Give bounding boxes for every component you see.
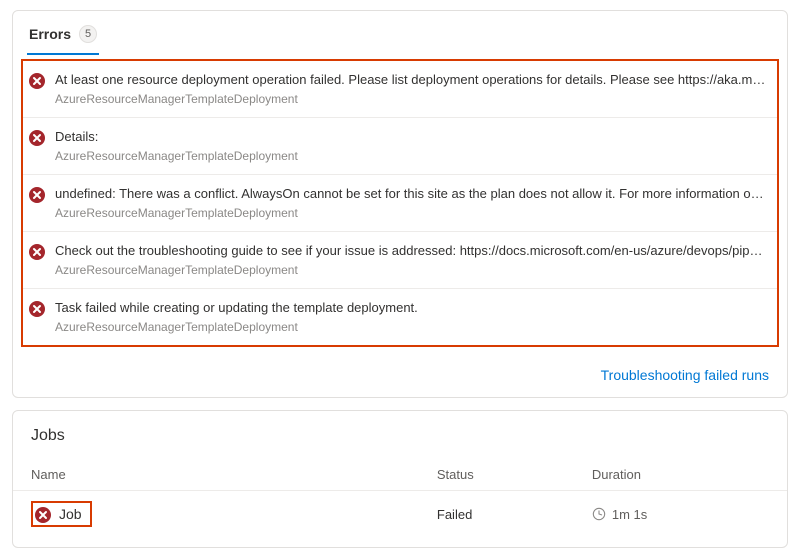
troubleshoot-row: Troubleshooting failed runs bbox=[13, 357, 787, 397]
clock-icon bbox=[592, 507, 606, 521]
errors-highlight: At least one resource deployment operati… bbox=[21, 59, 779, 347]
error-message: undefined: There was a conflict. AlwaysO… bbox=[55, 185, 767, 203]
job-status: Failed bbox=[437, 507, 592, 522]
error-message: Task failed while creating or updating t… bbox=[55, 299, 767, 317]
error-message: Details: bbox=[55, 128, 767, 146]
tab-errors[interactable]: Errors 5 bbox=[27, 21, 99, 55]
job-highlight: Job bbox=[31, 501, 92, 527]
error-item[interactable]: Details: AzureResourceManagerTemplateDep… bbox=[23, 118, 777, 175]
job-duration-cell: 1m 1s bbox=[592, 507, 769, 522]
error-text: undefined: There was a conflict. AlwaysO… bbox=[55, 185, 767, 221]
header-status: Status bbox=[437, 467, 592, 482]
error-source: AzureResourceManagerTemplateDeployment bbox=[55, 262, 767, 278]
error-icon bbox=[35, 507, 51, 523]
troubleshoot-link[interactable]: Troubleshooting failed runs bbox=[601, 367, 769, 383]
error-source: AzureResourceManagerTemplateDeployment bbox=[55, 91, 767, 107]
error-source: AzureResourceManagerTemplateDeployment bbox=[55, 148, 767, 164]
error-icon bbox=[29, 130, 45, 146]
error-message: At least one resource deployment operati… bbox=[55, 71, 767, 89]
header-name: Name bbox=[31, 467, 437, 482]
jobs-row[interactable]: Job Failed 1m 1s bbox=[13, 491, 787, 535]
error-message: Check out the troubleshooting guide to s… bbox=[55, 242, 767, 260]
error-icon bbox=[29, 244, 45, 260]
error-text: Details: AzureResourceManagerTemplateDep… bbox=[55, 128, 767, 164]
error-text: At least one resource deployment operati… bbox=[55, 71, 767, 107]
error-icon bbox=[29, 187, 45, 203]
job-name: Job bbox=[59, 506, 82, 522]
error-item[interactable]: At least one resource deployment operati… bbox=[23, 61, 777, 118]
error-icon bbox=[29, 73, 45, 89]
error-list: At least one resource deployment operati… bbox=[23, 61, 777, 345]
tab-errors-count: 5 bbox=[79, 25, 97, 43]
error-icon bbox=[29, 301, 45, 317]
job-name-cell: Job bbox=[31, 501, 437, 527]
job-duration: 1m 1s bbox=[612, 507, 647, 522]
tab-errors-label: Errors bbox=[29, 26, 71, 42]
error-text: Check out the troubleshooting guide to s… bbox=[55, 242, 767, 278]
error-item[interactable]: Task failed while creating or updating t… bbox=[23, 289, 777, 345]
header-duration: Duration bbox=[592, 467, 769, 482]
errors-card: Errors 5 At least one resource deploymen… bbox=[12, 10, 788, 398]
tabs: Errors 5 bbox=[13, 11, 787, 55]
error-item[interactable]: Check out the troubleshooting guide to s… bbox=[23, 232, 777, 289]
jobs-card: Jobs Name Status Duration Job Failed 1m … bbox=[12, 410, 788, 548]
jobs-title: Jobs bbox=[13, 411, 787, 459]
error-source: AzureResourceManagerTemplateDeployment bbox=[55, 319, 767, 335]
jobs-header: Name Status Duration bbox=[13, 459, 787, 491]
error-item[interactable]: undefined: There was a conflict. AlwaysO… bbox=[23, 175, 777, 232]
error-source: AzureResourceManagerTemplateDeployment bbox=[55, 205, 767, 221]
error-text: Task failed while creating or updating t… bbox=[55, 299, 767, 335]
